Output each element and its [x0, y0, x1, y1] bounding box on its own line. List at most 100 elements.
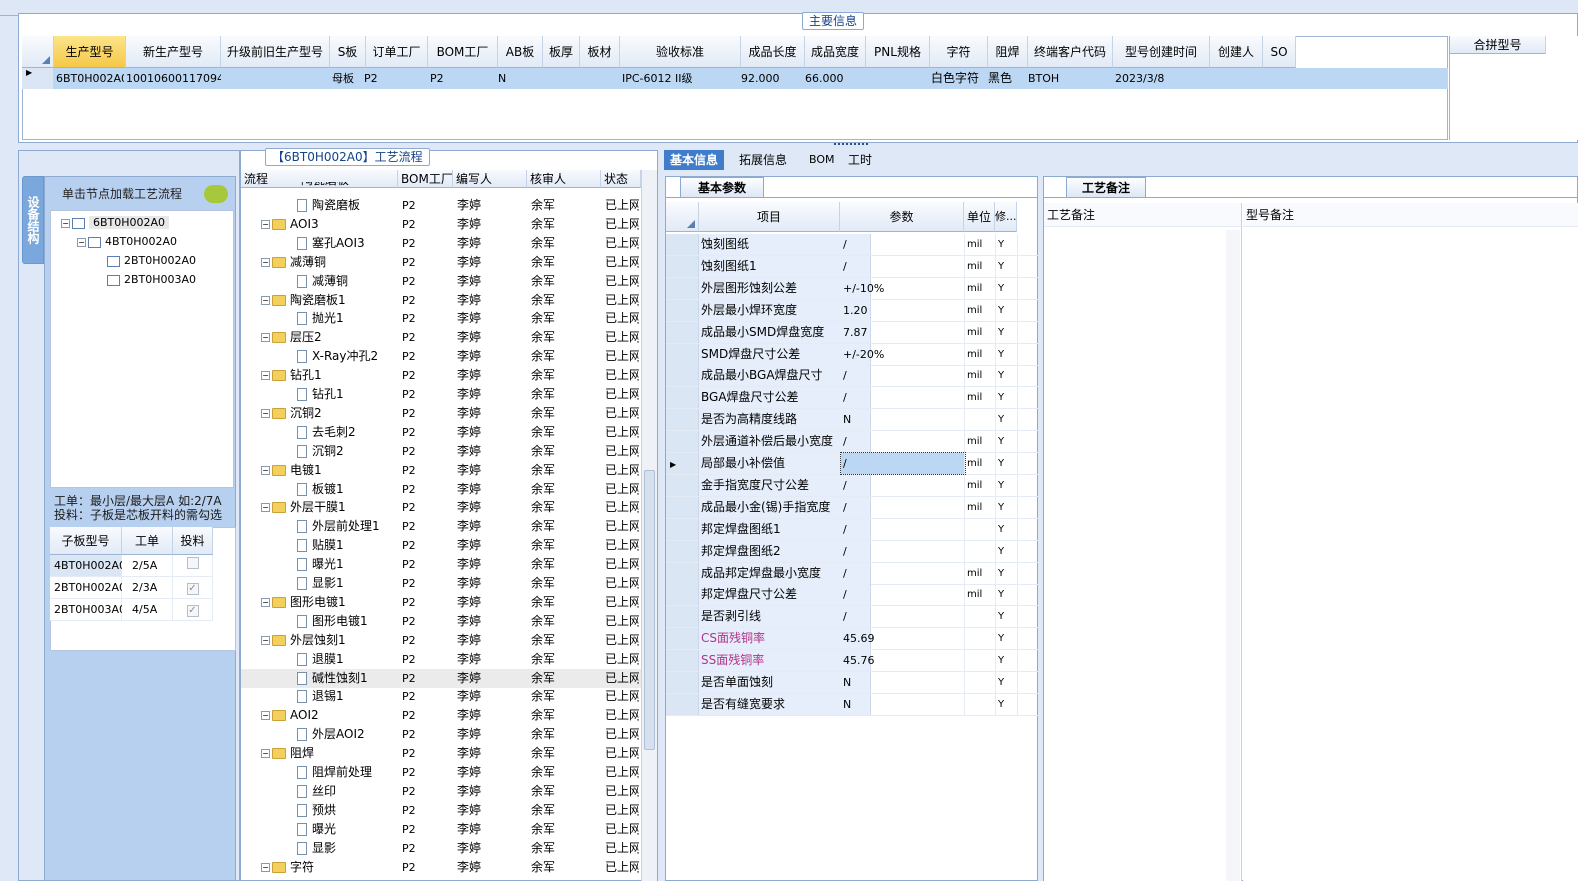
main-col-header[interactable]: 型号创建时间 — [1113, 36, 1210, 68]
flow-row[interactable]: − 沉铜2 P2 李婷 余军 已上网 — [241, 404, 641, 423]
param-row[interactable]: SS面残铜率 45.76 Y — [666, 650, 1038, 673]
param-value[interactable]: / — [841, 234, 965, 255]
flow-row[interactable]: 显影1 P2 李婷 余军 已上网 — [241, 574, 641, 593]
flow-row[interactable]: 阻焊前处理 P2 李婷 余军 已上网 — [241, 763, 641, 782]
param-value[interactable]: N — [841, 409, 965, 431]
flow-row[interactable]: − 钻孔1 P2 李婷 余军 已上网 — [241, 366, 641, 385]
flow-row[interactable]: 减薄铜 P2 李婷 余军 已上网 — [241, 272, 641, 291]
tab-bom[interactable]: BOM — [803, 150, 841, 170]
main-col-header[interactable]: 生产型号 — [54, 36, 126, 68]
main-col-header[interactable]: 成品宽度 — [805, 36, 866, 68]
param-row[interactable]: ▶ 局部最小补偿值 / mil Y — [666, 452, 1038, 475]
param-value[interactable]: 45.69 — [841, 628, 965, 650]
param-value[interactable]: / — [841, 496, 965, 518]
main-col-header[interactable]: 新生产型号 — [126, 36, 221, 68]
tree-node-leaf[interactable]: 2BT0H003A0 — [107, 271, 196, 289]
param-value[interactable]: / — [841, 518, 965, 540]
param-row[interactable]: 是否为高精度线路 N Y — [666, 409, 1038, 432]
param-row[interactable]: 外层图形蚀刻公差 +/-10% mil Y — [666, 277, 1038, 300]
param-row[interactable]: CS面残铜率 45.69 Y — [666, 628, 1038, 651]
flow-row[interactable]: − 阻焊 P2 李婷 余军 已上网 — [241, 744, 641, 763]
flow-row[interactable]: 曝光 P2 李婷 余军 已上网 — [241, 820, 641, 839]
scroll-thumb[interactable] — [644, 470, 655, 750]
param-mod[interactable]: Y — [996, 387, 1018, 409]
notes-scrollbar[interactable] — [1226, 230, 1240, 881]
param-row[interactable]: BGA焊盘尺寸公差 / mil Y — [666, 387, 1038, 410]
main-col-header[interactable]: 验收标准 — [620, 36, 741, 68]
tree-node-leaf[interactable]: 2BT0H002A0 — [107, 252, 196, 270]
flow-row[interactable]: 沉铜2 P2 李婷 余军 已上网 — [241, 442, 641, 461]
param-mod[interactable]: Y — [996, 321, 1018, 343]
tab-extended-info[interactable]: 拓展信息 — [733, 150, 793, 170]
param-mod[interactable]: Y — [996, 409, 1018, 431]
flow-row[interactable]: 退膜1 P2 李婷 余军 已上网 — [241, 650, 641, 669]
main-col-header[interactable]: 成品长度 — [741, 36, 805, 68]
flow-row[interactable]: − 减薄铜 P2 李婷 余军 已上网 — [241, 253, 641, 272]
param-mod[interactable]: Y — [996, 518, 1018, 540]
flow-row[interactable]: − 外层蚀刻1 P2 李婷 余军 已上网 — [241, 631, 641, 650]
chat-bubble-icon[interactable] — [204, 185, 228, 203]
flow-row-partial[interactable]: 陶瓷磨板 — [241, 182, 641, 190]
main-col-header[interactable]: 字符 — [930, 36, 988, 68]
main-col-header[interactable]: 创建人 — [1210, 36, 1263, 68]
param-mod[interactable]: Y — [996, 693, 1018, 715]
flow-row[interactable]: 抛光1 P2 李婷 余军 已上网 — [241, 309, 641, 328]
param-value[interactable]: / — [841, 562, 965, 584]
flow-row[interactable]: 显影 P2 李婷 余军 已上网 — [241, 839, 641, 858]
flow-row[interactable]: 图形电镀1 P2 李婷 余军 已上网 — [241, 612, 641, 631]
params-col-item[interactable]: 项目 — [699, 202, 840, 232]
flow-row[interactable]: 贴膜1 P2 李婷 余军 已上网 — [241, 536, 641, 555]
param-mod[interactable]: Y — [996, 365, 1018, 387]
collapse-toggle-icon[interactable]: − — [261, 749, 270, 759]
flow-row[interactable]: − 字符 P2 李婷 余军 已上网 — [241, 858, 641, 877]
flow-row[interactable]: 钻孔1 P2 李婷 余军 已上网 — [241, 385, 641, 404]
sub-row-model[interactable]: 2BT0H002A0 — [50, 577, 126, 599]
param-row[interactable]: 成品邦定焊盘最小宽度 / mil Y — [666, 562, 1038, 585]
tree-node-root[interactable]: −6BT0H002A0 — [61, 214, 170, 232]
flow-row[interactable]: − 外层干膜1 P2 李婷 余军 已上网 — [241, 498, 641, 517]
param-value[interactable]: / — [841, 387, 965, 409]
param-value[interactable]: N — [841, 672, 965, 693]
feed-checkbox[interactable]: ✓ — [186, 605, 199, 617]
param-row[interactable]: 金手指宽度尺寸公差 / mil Y — [666, 474, 1038, 497]
param-value[interactable]: N — [841, 693, 965, 715]
flow-row[interactable]: 退锡1 P2 李婷 余军 已上网 — [241, 687, 641, 706]
sub-row-model[interactable]: 2BT0H003A0 — [50, 599, 126, 621]
params-col-value[interactable]: 参数 — [840, 202, 964, 232]
param-mod[interactable]: Y — [996, 431, 1018, 453]
main-col-header[interactable]: PNL规格 — [866, 36, 930, 68]
param-value[interactable]: / — [841, 431, 965, 453]
main-col-header[interactable]: 板材 — [580, 36, 620, 68]
param-mod[interactable]: Y — [996, 672, 1018, 693]
flow-row[interactable]: 陶瓷磨板 P2 李婷 余军 已上网 — [241, 196, 641, 215]
feed-checkbox[interactable]: ✓ — [186, 583, 199, 595]
flow-scrollbar[interactable] — [641, 170, 657, 881]
main-col-header[interactable]: 阻焊 — [988, 36, 1028, 68]
collapse-toggle-icon[interactable]: − — [261, 597, 270, 607]
param-row[interactable]: SMD焊盘尺寸公差 +/-20% mil Y — [666, 343, 1038, 366]
param-mod[interactable]: Y — [996, 496, 1018, 518]
param-value[interactable]: / — [841, 255, 965, 277]
model-notes-field[interactable]: 型号备注 — [1243, 203, 1578, 881]
main-col-header[interactable]: AB板 — [498, 36, 543, 68]
main-col-header[interactable]: 板厚 — [543, 36, 580, 68]
param-mod[interactable]: Y — [996, 650, 1018, 672]
param-value[interactable]: / — [841, 584, 965, 606]
collapse-toggle-icon[interactable]: − — [261, 635, 270, 645]
collapse-toggle-icon[interactable]: − — [261, 219, 270, 229]
flow-row[interactable]: 丝印 P2 李婷 余军 已上网 — [241, 782, 641, 801]
param-value[interactable]: / — [841, 606, 965, 628]
sub-row-feed[interactable]: ✓ — [173, 577, 213, 599]
sub-col-model[interactable]: 子板型号 — [50, 527, 122, 555]
param-value[interactable]: / — [841, 474, 965, 496]
param-value[interactable]: / — [841, 365, 965, 387]
flow-row[interactable]: X-Ray冲孔2 P2 李婷 余军 已上网 — [241, 347, 641, 366]
flow-row[interactable]: − AOI2 P2 李婷 余军 已上网 — [241, 706, 641, 725]
tab-working-hours[interactable]: 工时 — [842, 150, 878, 170]
collapse-toggle-icon[interactable]: − — [261, 295, 270, 305]
param-mod[interactable]: Y — [996, 474, 1018, 496]
param-row[interactable]: 是否单面蚀刻 N Y — [666, 672, 1038, 694]
param-mod[interactable]: Y — [996, 255, 1018, 277]
param-mod[interactable]: Y — [996, 562, 1018, 584]
param-row[interactable]: 成品最小BGA焊盘尺寸 / mil Y — [666, 365, 1038, 388]
